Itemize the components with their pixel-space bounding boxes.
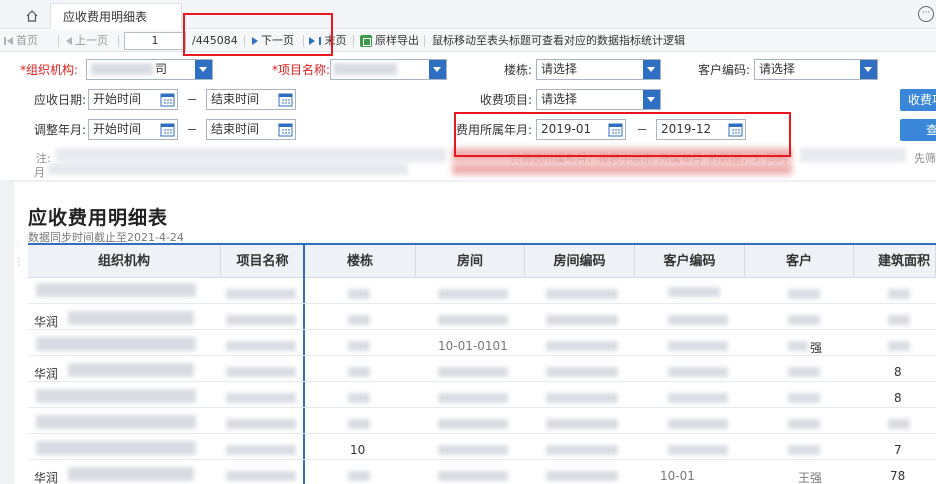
calendar-icon[interactable] [727, 121, 744, 138]
fee-item-label: 收费项目: [479, 93, 532, 107]
column-header-area[interactable]: 建筑面积 [854, 245, 936, 278]
fee-month-start-input[interactable]: 2019-01 [536, 119, 626, 140]
cell-org: 华润 [34, 315, 59, 329]
prev-page-button[interactable]: 上一页 [66, 33, 108, 49]
adjust-end-input[interactable]: 结束时间 [206, 119, 296, 140]
receivable-start-input[interactable]: 开始时间 [88, 89, 178, 110]
chevron-down-icon[interactable] [860, 60, 877, 79]
org-label: *组织机构: [19, 63, 78, 77]
chevron-down-icon[interactable] [195, 60, 212, 79]
customer-code-value: 请选择 [759, 62, 796, 76]
building-label: 楼栋: [503, 63, 532, 77]
column-header-building[interactable]: 楼栋 [305, 245, 416, 278]
tab-receivable-detail[interactable]: 应收费用明细表 [50, 3, 182, 29]
range-dash [188, 99, 196, 100]
cell-room: 10-01-0101 [438, 339, 508, 353]
cell-area: 78 [890, 469, 906, 483]
customer-code-label: 客户编码: [697, 63, 750, 77]
section-divider [0, 180, 936, 182]
customer-code-select[interactable]: 请选择 [754, 59, 878, 80]
fee-item-value: 请选择 [541, 92, 578, 106]
prev-page-label: 上一页 [75, 34, 108, 47]
first-page-label: 首页 [16, 34, 38, 47]
chevron-down-icon[interactable] [643, 90, 660, 109]
export-label: 原样导出 [375, 34, 419, 47]
home-tab[interactable] [16, 3, 48, 29]
export-button[interactable]: 原样导出 [360, 33, 419, 49]
fee-item-select[interactable]: 请选择 [536, 89, 661, 110]
note-right: 先筛 [914, 152, 936, 165]
fee-month-label: 费用所属年月: [455, 123, 532, 137]
calendar-icon[interactable] [159, 121, 176, 138]
column-header-customer-code[interactable]: 客户编码 [635, 245, 745, 278]
column-header-room-code[interactable]: 房间编码 [525, 245, 635, 278]
cell-org: 华润 [34, 367, 59, 381]
cell-area: 7 [894, 443, 902, 457]
query-button[interactable]: 查 [900, 119, 936, 141]
calendar-icon[interactable] [277, 121, 294, 138]
report-toolbar: 首页 上一页 1 /445084 下一页 末页 原样导出 鼠标移动至表头标题可查… [0, 30, 936, 52]
report-title: 应收费用明细表 [28, 207, 169, 229]
calendar-icon[interactable] [159, 91, 176, 108]
fee-month-end-input[interactable]: 2019-12 [656, 119, 746, 140]
cell-org: 华润 [34, 471, 59, 484]
receivable-date-label: 应收日期: [33, 93, 86, 107]
drag-handle-icon[interactable]: ⋮ [14, 257, 24, 268]
report-table: 组织机构 项目名称 楼栋 房间 房间编码 客户编码 客户 建筑面积 华润 10-… [28, 245, 936, 484]
cell-customer: 王强 [798, 471, 823, 484]
cell-customer: 强 [810, 341, 823, 355]
adjust-month-label: 调整年月: [33, 123, 86, 137]
page-total: /445084 [192, 34, 238, 47]
first-page-button[interactable]: 首页 [4, 33, 38, 49]
cell-customer-code: 10-01 [660, 469, 695, 483]
cell-area: 8 [894, 365, 902, 379]
org-select[interactable]: 司 [86, 59, 213, 80]
export-icon [360, 35, 372, 47]
range-dash [188, 129, 196, 130]
fee-item-button[interactable]: 收费项 [900, 89, 936, 111]
column-header-room[interactable]: 房间 [416, 245, 525, 278]
last-page-label: 末页 [324, 34, 347, 47]
column-header-customer[interactable]: 客户 [745, 245, 854, 278]
receivable-end-input[interactable]: 结束时间 [206, 89, 296, 110]
org-value: 司 [155, 62, 168, 76]
project-select[interactable] [330, 59, 447, 80]
adjust-start-input[interactable]: 开始时间 [88, 119, 178, 140]
column-header-project[interactable]: 项目名称 [221, 245, 305, 278]
next-page-button[interactable]: 下一页 [252, 33, 294, 49]
range-dash [638, 129, 646, 130]
calendar-icon[interactable] [277, 91, 294, 108]
toolbar-hint: 鼠标移动至表头标题可查看对应的数据指标统计逻辑 [432, 34, 685, 47]
calendar-icon[interactable] [607, 121, 624, 138]
next-page-label: 下一页 [261, 34, 294, 47]
note-line2: 月 [34, 166, 45, 179]
last-page-button[interactable]: 末页 [309, 33, 347, 49]
column-header-org[interactable]: 组织机构 [28, 245, 221, 278]
home-icon [26, 10, 38, 22]
building-select[interactable]: 请选择 [536, 59, 661, 80]
cell-building: 10 [350, 443, 366, 457]
chevron-down-icon[interactable] [643, 60, 660, 79]
cell-area: 8 [894, 391, 902, 405]
left-panel-strip [0, 182, 14, 484]
chevron-down-icon[interactable] [429, 60, 446, 79]
page-number-input[interactable]: 1 [124, 32, 186, 50]
building-value: 请选择 [541, 62, 578, 76]
ellipsis-icon[interactable]: ··· [918, 6, 934, 22]
project-label: *项目名称: [271, 63, 330, 77]
tab-label: 应收费用明细表 [63, 10, 148, 24]
